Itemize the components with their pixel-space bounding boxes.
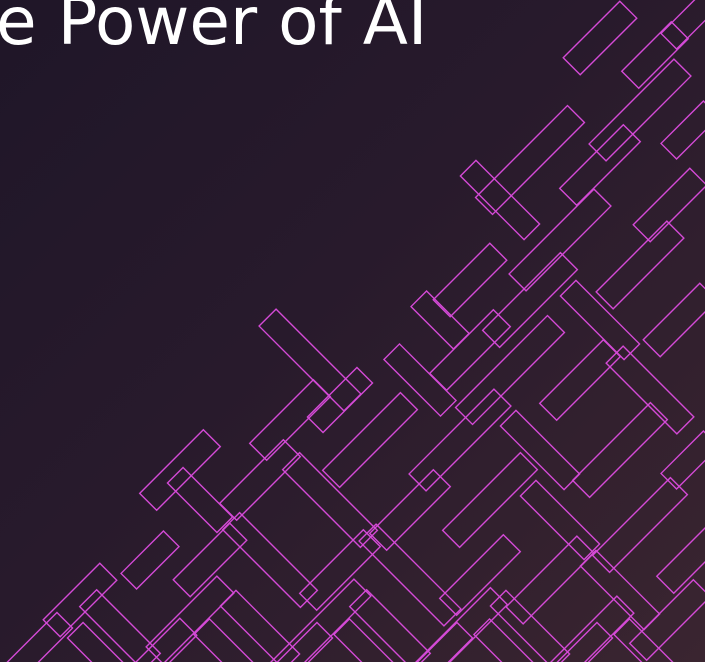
maze-segment [563, 1, 637, 75]
maze-segment [633, 168, 705, 242]
maze-segment [173, 523, 247, 597]
maze-segment [443, 453, 538, 548]
diagonal-maze-pattern-icon [0, 0, 705, 662]
maze-segment [123, 618, 197, 662]
maze-segment [643, 283, 705, 357]
maze-segment [411, 291, 469, 349]
maze-segment [323, 393, 418, 488]
maze-segment [259, 309, 361, 411]
maze-segment [589, 59, 691, 161]
maze-segment [121, 531, 179, 589]
maze-segment [307, 367, 372, 432]
maze-segment [250, 380, 331, 461]
maze-segment [7, 612, 72, 662]
maze-segment [359, 524, 461, 626]
maze-segment [560, 280, 639, 359]
maze-segment [283, 453, 378, 548]
maze-segment [540, 340, 621, 421]
maze-segment [220, 440, 301, 521]
maze-segment [476, 106, 585, 215]
maze-segment [430, 310, 511, 391]
maze-segment [409, 389, 511, 491]
maze-segment [573, 403, 668, 498]
maze-segment [593, 478, 688, 573]
maze-segment [334, 619, 406, 662]
maze-segment [384, 344, 456, 416]
maze-segment [661, 101, 705, 159]
maze-segment [560, 125, 641, 206]
maze-segment [606, 346, 694, 434]
maze-segment [630, 580, 705, 661]
maze-segment [614, 619, 686, 662]
maze-segment [146, 576, 234, 662]
maze-segment [80, 590, 161, 662]
maze-segment [500, 410, 579, 489]
maze-segment [506, 536, 594, 624]
maze-segment [440, 535, 521, 616]
maze-segment [370, 470, 451, 551]
maze-segment [67, 622, 132, 662]
maze-segment [433, 243, 507, 317]
maze-segment [407, 622, 472, 662]
maze-segment [596, 221, 684, 309]
maze-segment [223, 513, 318, 608]
maze-segment [490, 590, 569, 662]
